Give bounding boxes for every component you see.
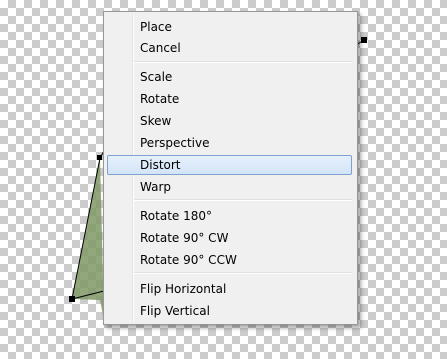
menu-item-perspective[interactable]: Perspective xyxy=(107,133,352,153)
transform-handle-bottom-left[interactable] xyxy=(69,296,75,302)
menu-item-scale[interactable]: Scale xyxy=(107,67,352,87)
menu-item-warp[interactable]: Warp xyxy=(107,177,352,197)
menu-item-rotate-90-cw[interactable]: Rotate 90° CW xyxy=(107,228,352,248)
menu-item-place[interactable]: Place xyxy=(107,17,352,37)
menu-item-distort[interactable]: Distort xyxy=(107,155,352,175)
transform-context-menu: Place Cancel Scale Rotate Skew Perspective Dis… xyxy=(103,11,358,325)
menu-item-rotate-180[interactable]: Rotate 180° xyxy=(107,206,352,226)
menu-item-flip-vertical[interactable]: Flip Vertical xyxy=(107,301,352,321)
menu-item-rotate[interactable]: Rotate xyxy=(107,89,352,109)
menu-separator xyxy=(134,61,352,63)
transformed-image-layer xyxy=(72,158,104,320)
menu-separator xyxy=(134,199,352,201)
menu-item-cancel[interactable]: Cancel xyxy=(107,38,352,58)
menu-separator xyxy=(134,272,352,274)
transform-handle-left-middle[interactable] xyxy=(97,155,102,160)
menu-item-flip-horizontal[interactable]: Flip Horizontal xyxy=(107,279,352,299)
menu-item-rotate-90-ccw[interactable]: Rotate 90° CCW xyxy=(107,250,352,270)
transform-handle-top-right[interactable] xyxy=(361,37,367,43)
menu-item-skew[interactable]: Skew xyxy=(107,111,352,131)
